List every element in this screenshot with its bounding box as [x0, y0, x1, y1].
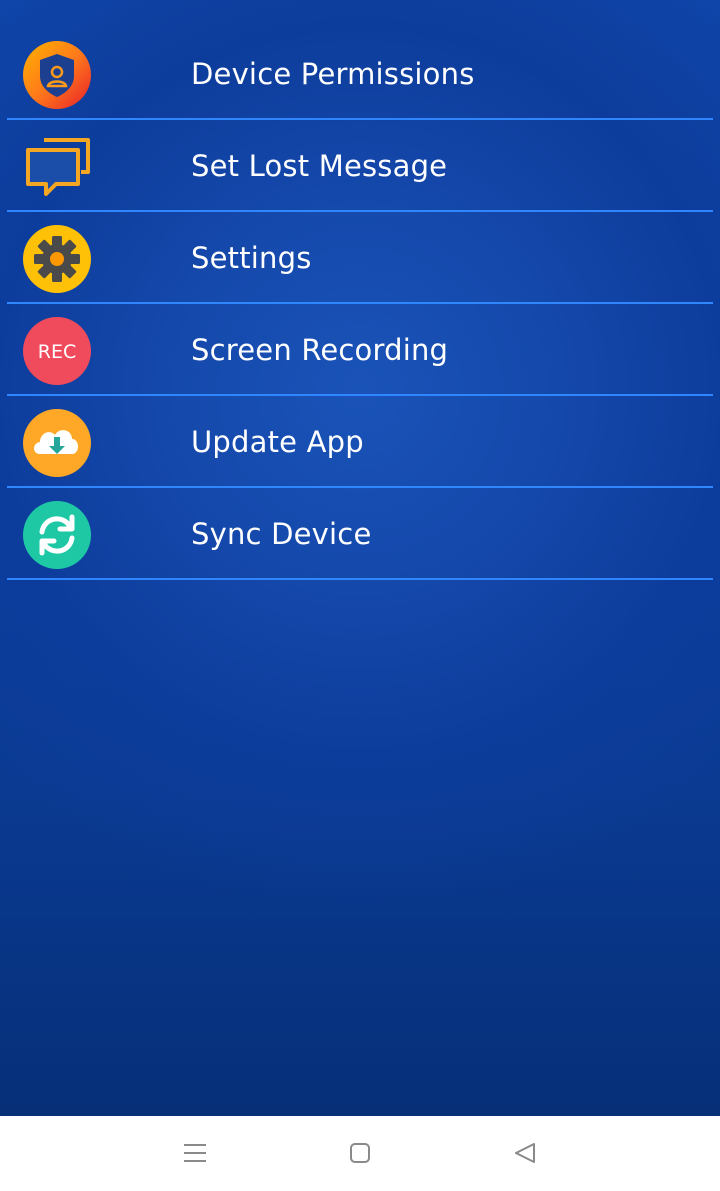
menu-item-screen-recording[interactable]: REC Screen Recording — [7, 306, 713, 396]
menu-item-label: Sync Device — [191, 517, 372, 551]
gear-icon — [22, 224, 92, 294]
chat-bubbles-icon — [22, 132, 92, 202]
app-background: Device Permissions Set Lost Message Sett… — [0, 0, 720, 1116]
menu-item-sync-device[interactable]: Sync Device — [7, 490, 713, 580]
screen: Device Permissions Set Lost Message Sett… — [0, 0, 720, 1191]
back-icon[interactable] — [510, 1138, 540, 1168]
menu-item-label: Device Permissions — [191, 57, 475, 91]
menu-item-label: Set Lost Message — [191, 149, 448, 183]
cloud-download-icon — [22, 408, 92, 478]
menu-item-settings[interactable]: Settings — [7, 214, 713, 304]
menu-item-device-permissions[interactable]: Device Permissions — [7, 30, 713, 120]
home-icon[interactable] — [345, 1138, 375, 1168]
menu-list: Device Permissions Set Lost Message Sett… — [0, 0, 720, 580]
menu-item-label: Update App — [191, 425, 364, 459]
menu-icon[interactable] — [180, 1138, 210, 1168]
rec-icon-text: REC — [38, 341, 76, 363]
shield-person-icon — [22, 40, 92, 110]
menu-item-update-app[interactable]: Update App — [7, 398, 713, 488]
menu-item-label: Screen Recording — [191, 333, 449, 367]
menu-item-label: Settings — [191, 241, 312, 275]
navigation-bar — [0, 1116, 720, 1191]
menu-item-set-lost-message[interactable]: Set Lost Message — [7, 122, 713, 212]
sync-icon — [22, 500, 92, 570]
rec-icon: REC — [22, 316, 92, 386]
